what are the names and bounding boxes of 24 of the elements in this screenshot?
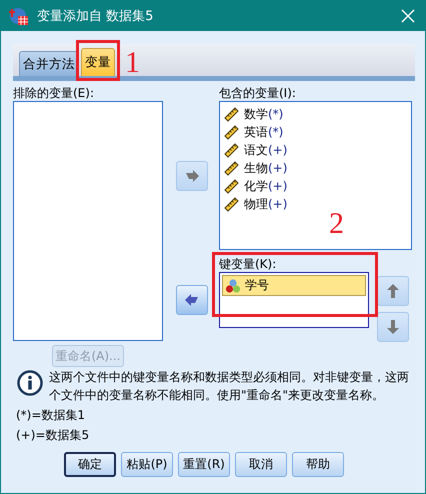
dialog-button[interactable]: 粘贴(P)	[121, 452, 173, 477]
dialog-button[interactable]: 确定	[64, 452, 116, 477]
dialog-button[interactable]: 取消	[235, 452, 287, 477]
legend-text: (*)=数据集1	[16, 407, 86, 424]
variable-name[interactable]: 生物(+)	[244, 160, 288, 176]
list-label: 排除的变量(E):	[13, 85, 95, 101]
variable-name[interactable]: 语文(+)	[244, 142, 288, 158]
window-title: 变量添加自 数据集5	[37, 8, 154, 25]
key-variables-list[interactable]: 学号	[219, 272, 369, 328]
key-variable-item[interactable]: 学号	[222, 275, 366, 296]
legend-text: (+)=数据集5	[16, 427, 90, 444]
tab[interactable]: 合并方法	[19, 51, 79, 76]
variable-name[interactable]: 数学(*)	[244, 106, 284, 122]
dialog-button[interactable]: 重置(R)	[178, 452, 230, 477]
info-text: 这两个文件中的键变量名称和数据类型必须相同。对非键变量，这两个文件中的变量名称不能相同。使用"重命名"来更改变量名称。	[49, 369, 410, 404]
variable-name[interactable]: 英语(*)	[244, 124, 284, 140]
variable-name[interactable]: 化学(+)	[244, 178, 288, 194]
annotation-number: 2	[329, 209, 344, 239]
annotation-number: 1	[125, 48, 140, 78]
variable-name[interactable]: 物理(+)	[244, 196, 288, 212]
dialog-button[interactable]: 帮助	[292, 452, 344, 477]
list-label: 包含的变量(I):	[219, 85, 297, 101]
list-label: 键变量(K):	[219, 256, 278, 272]
tab[interactable]: 变量	[81, 48, 115, 76]
